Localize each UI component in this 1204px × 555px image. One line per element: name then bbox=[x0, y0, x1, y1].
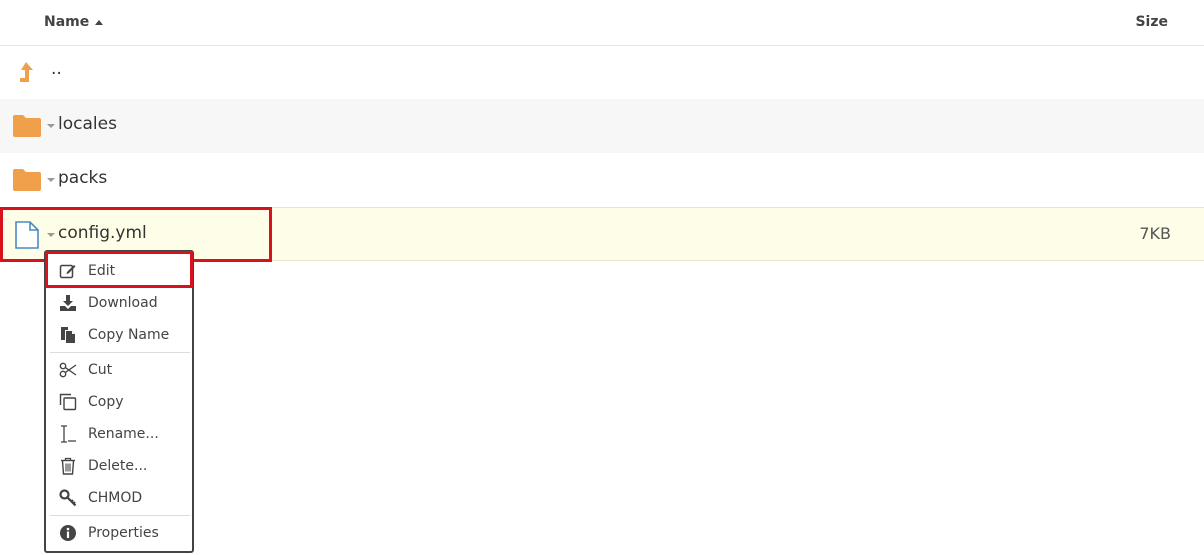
key-icon bbox=[59, 489, 77, 507]
menu-item-label: Edit bbox=[88, 263, 116, 279]
folder-icon bbox=[12, 111, 42, 141]
menu-item-label: Copy Name bbox=[88, 327, 170, 343]
context-menu: Edit Download Copy Name Cut Copy Rename.… bbox=[44, 250, 194, 553]
rename-icon bbox=[59, 425, 77, 443]
sort-ascending-icon bbox=[95, 20, 104, 25]
file-name: packs bbox=[58, 168, 108, 188]
menu-item-label: Properties bbox=[88, 525, 159, 541]
file-list-header: Name Size bbox=[0, 0, 1204, 46]
file-name: config.yml bbox=[58, 223, 147, 243]
menu-item-label: Copy bbox=[88, 394, 124, 410]
file-size: 7KB bbox=[1139, 224, 1171, 243]
menu-item-label: Cut bbox=[88, 362, 113, 378]
download-icon bbox=[59, 294, 77, 312]
info-icon bbox=[59, 524, 77, 542]
row-menu-caret-icon[interactable] bbox=[47, 124, 55, 128]
file-name: .. bbox=[51, 59, 62, 79]
file-row-packs[interactable]: packs bbox=[0, 153, 1204, 207]
name-column-label: Name bbox=[44, 14, 90, 30]
menu-item-edit[interactable]: Edit bbox=[45, 251, 193, 288]
menu-item-chmod[interactable]: CHMOD bbox=[46, 482, 192, 514]
file-icon bbox=[12, 220, 42, 250]
size-column-header[interactable]: Size bbox=[1135, 14, 1168, 30]
menu-item-label: CHMOD bbox=[88, 490, 143, 506]
copy-icon bbox=[59, 393, 77, 411]
file-row-locales[interactable]: locales bbox=[0, 99, 1204, 153]
menu-item-rename[interactable]: Rename... bbox=[46, 418, 192, 450]
parent-folder-icon bbox=[12, 58, 42, 88]
menu-separator bbox=[50, 352, 190, 353]
edit-icon bbox=[59, 262, 77, 280]
trash-icon bbox=[59, 457, 77, 475]
row-menu-caret-icon[interactable] bbox=[47, 178, 55, 182]
copy-name-icon bbox=[59, 326, 77, 344]
menu-item-cut[interactable]: Cut bbox=[46, 354, 192, 386]
scissors-icon bbox=[59, 361, 77, 379]
menu-item-delete[interactable]: Delete... bbox=[46, 450, 192, 482]
name-column-header[interactable]: Name bbox=[44, 14, 104, 30]
menu-separator bbox=[50, 515, 190, 516]
menu-item-properties[interactable]: Properties bbox=[46, 517, 192, 549]
menu-item-label: Download bbox=[88, 295, 158, 311]
file-row-parent[interactable]: .. bbox=[0, 46, 1204, 100]
menu-item-copy[interactable]: Copy bbox=[46, 386, 192, 418]
menu-item-download[interactable]: Download bbox=[46, 287, 192, 319]
folder-icon bbox=[12, 165, 42, 195]
menu-item-label: Delete... bbox=[88, 458, 148, 474]
menu-item-label: Rename... bbox=[88, 426, 159, 442]
file-name: locales bbox=[58, 114, 117, 134]
menu-item-copy-name[interactable]: Copy Name bbox=[46, 319, 192, 351]
row-menu-caret-icon[interactable] bbox=[47, 233, 55, 237]
